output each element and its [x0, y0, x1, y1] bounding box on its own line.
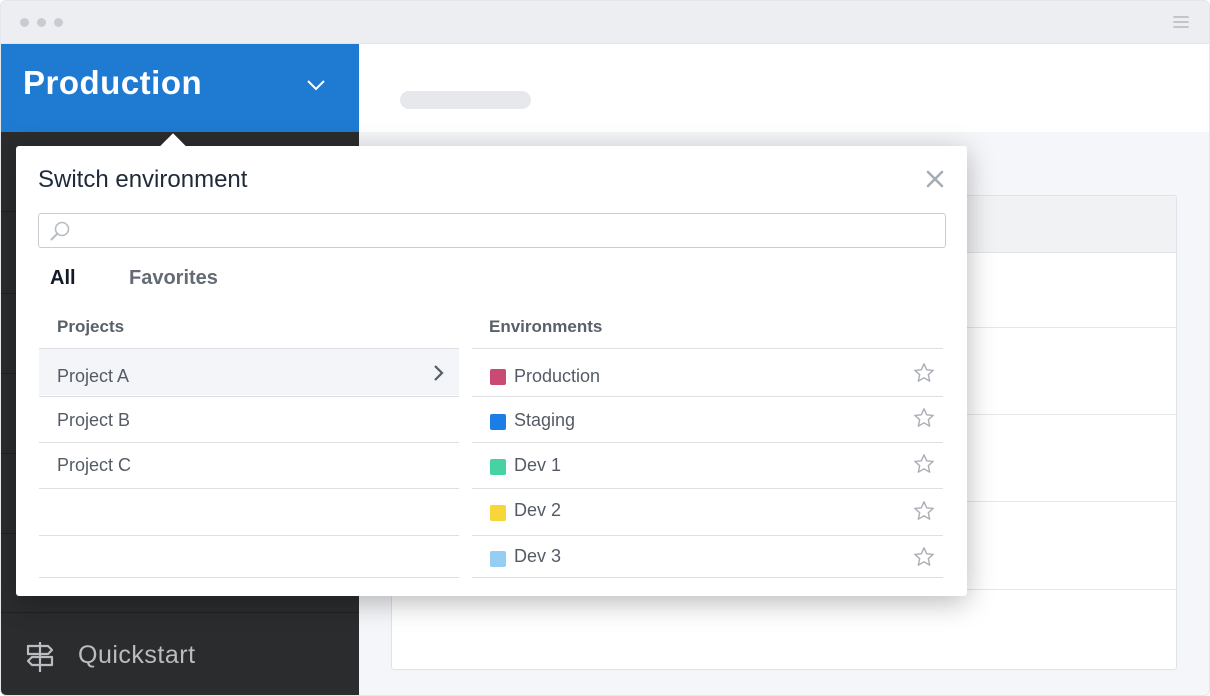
environment-selector[interactable]: Production: [1, 44, 359, 132]
list-item-environment[interactable]: Production: [472, 349, 943, 395]
project-label: Project B: [57, 410, 131, 430]
environments-column-header: Environments: [489, 317, 603, 336]
star-icon[interactable]: [913, 407, 935, 429]
list-item-environment[interactable]: Staging: [472, 397, 943, 443]
window-dot: [54, 18, 63, 27]
signpost-icon: [26, 642, 54, 672]
environment-label: Dev 3: [514, 546, 562, 566]
list-item-environment[interactable]: Dev 3: [472, 536, 943, 582]
list-item-environment[interactable]: Dev 1: [472, 443, 943, 489]
projects-column-header: Projects: [57, 317, 125, 336]
project-label: Project A: [57, 366, 130, 386]
window-titlebar: [1, 1, 1209, 44]
environment-color-swatch: [490, 551, 506, 567]
environment-color-swatch: [490, 369, 506, 385]
list-item-project-a[interactable]: Project A: [39, 349, 459, 395]
star-icon[interactable]: [913, 500, 935, 522]
list-divider: [39, 488, 459, 489]
environment-label: Dev 2: [514, 500, 562, 520]
search-input[interactable]: [38, 213, 946, 248]
project-label: Project C: [57, 455, 132, 475]
star-icon[interactable]: [913, 453, 935, 475]
main-header: [359, 44, 1209, 132]
list-divider: [39, 577, 459, 578]
search-icon: [50, 221, 70, 241]
app-window: Production Quickstart Switch environment…: [0, 0, 1210, 696]
list-divider: [39, 535, 459, 536]
environment-color-swatch: [490, 459, 506, 475]
environment-label: Dev 1: [514, 455, 562, 475]
sidebar-item-quickstart[interactable]: Quickstart: [1, 632, 359, 690]
sidebar-item-label: Quickstart: [78, 641, 196, 669]
close-icon[interactable]: [924, 168, 946, 190]
hamburger-icon[interactable]: [1173, 16, 1189, 29]
popover-title: Switch environment: [38, 166, 248, 193]
star-icon[interactable]: [913, 362, 935, 384]
chevron-down-icon: [307, 80, 325, 91]
list-item-project-c[interactable]: Project C: [39, 443, 459, 489]
environment-color-swatch: [490, 414, 506, 430]
environment-label: Production: [514, 366, 601, 386]
window-dot: [37, 18, 46, 27]
list-item-project-b[interactable]: Project B: [39, 397, 459, 443]
loading-placeholder: [400, 91, 531, 109]
chevron-right-icon: [434, 365, 444, 381]
tab-all[interactable]: All: [50, 267, 76, 290]
list-divider: [472, 577, 943, 578]
switch-environment-popover: Switch environment All Favorites Project…: [16, 133, 967, 596]
list-item-environment[interactable]: Dev 2: [472, 489, 943, 535]
current-environment: Production: [23, 64, 203, 101]
tab-favorites[interactable]: Favorites: [129, 267, 218, 290]
star-icon[interactable]: [913, 546, 935, 568]
environment-label: Staging: [514, 410, 576, 430]
window-dot: [20, 18, 29, 27]
environment-color-swatch: [490, 505, 506, 521]
